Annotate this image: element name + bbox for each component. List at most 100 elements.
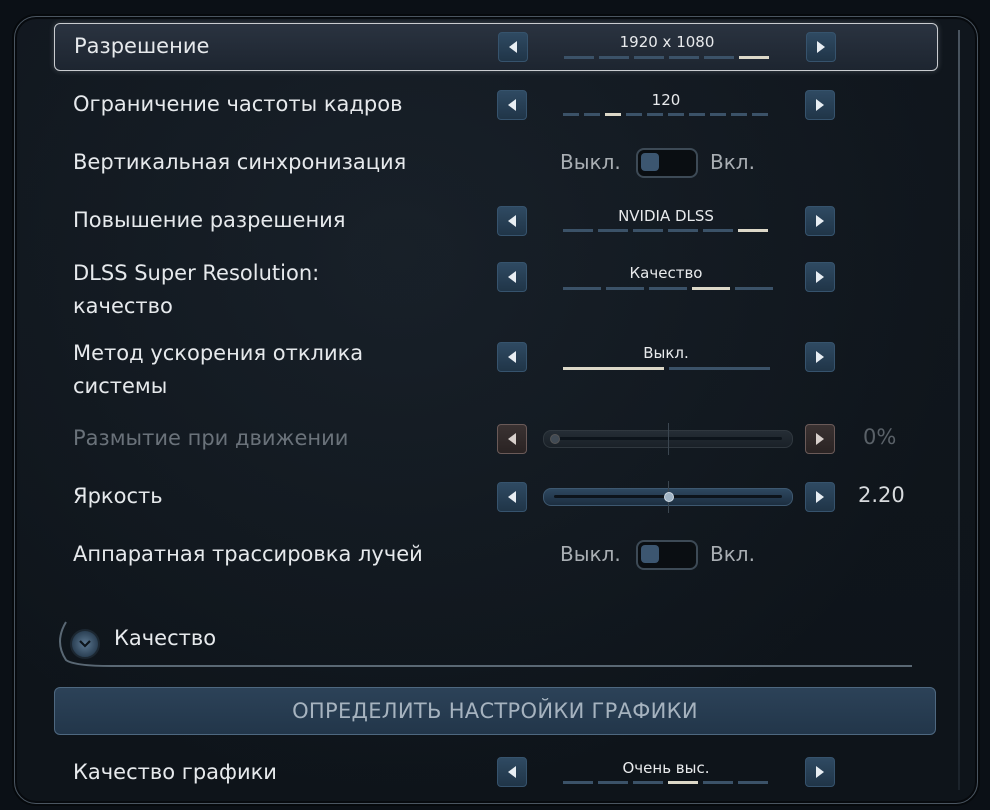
- slider-thumb[interactable]: [664, 492, 674, 502]
- selector-segment: [633, 781, 663, 784]
- chevron-right-icon: [816, 433, 824, 445]
- chevron-right-icon: [816, 215, 824, 227]
- scrollbar-track[interactable]: [958, 30, 960, 790]
- selector-segment: [710, 113, 726, 116]
- chevron-left-icon: [508, 351, 516, 363]
- resolution-segments: [564, 56, 769, 59]
- row-graphics-quality[interactable]: Качество графики Очень выс.: [54, 750, 936, 796]
- chevron-left-icon: [508, 271, 516, 283]
- selector-segment: [704, 56, 734, 59]
- brightness-next-button[interactable]: [805, 482, 835, 512]
- chevron-right-icon: [816, 351, 824, 363]
- fps-limit-segments: [563, 113, 768, 116]
- chevron-right-icon: [816, 766, 824, 778]
- graphics-quality-segments: [563, 781, 768, 784]
- chevron-left-icon: [508, 215, 516, 227]
- selector-segment: [598, 781, 628, 784]
- vsync-toggle[interactable]: [636, 148, 698, 178]
- motion-blur-value: 0%: [863, 425, 897, 449]
- row-fps-limit[interactable]: Ограничение частоты кадров 120: [54, 82, 936, 128]
- selector-segment: [584, 113, 600, 116]
- detect-settings-button[interactable]: ОПРЕДЕЛИТЬ НАСТРОЙКИ ГРАФИКИ: [54, 687, 936, 735]
- latency-next-button[interactable]: [805, 342, 835, 372]
- slider-thumb[interactable]: [550, 434, 560, 444]
- latency-value: Выкл.: [643, 344, 689, 362]
- dlss-quality-segments: [563, 287, 773, 290]
- graphics-quality-prev-button[interactable]: [497, 757, 527, 787]
- upscaling-label: Повышение разрешения: [73, 208, 346, 232]
- row-upscaling[interactable]: Повышение разрешения NVIDIA DLSS: [54, 198, 936, 244]
- row-ray-tracing[interactable]: Аппаратная трассировка лучей Выкл. Вкл.: [54, 532, 936, 578]
- row-motion-blur[interactable]: Размытие при движении 0%: [54, 416, 936, 462]
- chevron-left-icon: [508, 491, 516, 503]
- selector-segment: [731, 113, 747, 116]
- selector-segment: [649, 287, 687, 290]
- toggle-knob: [641, 153, 659, 171]
- fps-limit-next-button[interactable]: [805, 90, 835, 120]
- motion-blur-next-button[interactable]: [805, 424, 835, 454]
- row-dlss-quality[interactable]: DLSS Super Resolution: качество Качество: [54, 252, 936, 320]
- slider-center-tick: [668, 423, 669, 455]
- brightness-prev-button[interactable]: [497, 482, 527, 512]
- selector-segment: [738, 229, 768, 232]
- fps-limit-prev-button[interactable]: [497, 90, 527, 120]
- chevron-right-icon: [816, 99, 824, 111]
- resolution-label: Разрешение: [74, 34, 210, 58]
- vsync-off-label: Выкл.: [560, 150, 621, 174]
- latency-prev-button[interactable]: [497, 342, 527, 372]
- latency-label-line1: Метод ускорения отклика: [73, 341, 364, 365]
- chevron-left-icon: [508, 766, 516, 778]
- vsync-on-label: Вкл.: [710, 150, 755, 174]
- quality-section-title: Качество: [114, 626, 217, 650]
- selector-segment: [647, 113, 663, 116]
- selector-segment: [563, 367, 664, 370]
- graphics-quality-label: Качество графики: [73, 760, 277, 784]
- selector-segment: [564, 56, 594, 59]
- dlss-quality-next-button[interactable]: [805, 262, 835, 292]
- row-latency[interactable]: Метод ускорения отклика системы Выкл.: [54, 334, 936, 402]
- selector-segment: [606, 287, 644, 290]
- resolution-next-button[interactable]: [806, 32, 836, 62]
- selector-segment: [668, 113, 684, 116]
- selector-segment: [669, 367, 770, 370]
- selector-segment: [598, 229, 628, 232]
- graphics-quality-next-button[interactable]: [805, 757, 835, 787]
- chevron-left-icon: [508, 99, 516, 111]
- motion-blur-prev-button[interactable]: [497, 424, 527, 454]
- latency-segments: [563, 367, 770, 370]
- upscaling-next-button[interactable]: [805, 206, 835, 236]
- dlss-quality-value: Качество: [629, 264, 703, 282]
- graphics-quality-value: Очень выс.: [622, 759, 710, 777]
- upscaling-value: NVIDIA DLSS: [618, 207, 714, 225]
- selector-segment: [739, 56, 769, 59]
- chevron-left-icon: [509, 41, 517, 53]
- resolution-prev-button[interactable]: [498, 32, 528, 62]
- upscaling-segments: [563, 229, 768, 232]
- chevron-down-icon[interactable]: [70, 629, 100, 659]
- row-vsync[interactable]: Вертикальная синхронизация Выкл. Вкл.: [54, 140, 936, 186]
- brightness-value: 2.20: [858, 483, 905, 507]
- motion-blur-slider[interactable]: [543, 423, 793, 455]
- settings-panel: [14, 16, 978, 804]
- selector-segment: [689, 113, 705, 116]
- brightness-slider[interactable]: [543, 481, 793, 513]
- selector-segment: [605, 113, 621, 116]
- toggle-knob: [641, 545, 659, 563]
- selector-segment: [703, 781, 733, 784]
- dlss-quality-prev-button[interactable]: [497, 262, 527, 292]
- row-brightness[interactable]: Яркость 2.20: [54, 474, 936, 520]
- dlss-quality-label-line2: качество: [73, 294, 173, 318]
- quality-section-header[interactable]: Качество: [52, 616, 912, 668]
- row-resolution[interactable]: Разрешение 1920 x 1080: [54, 23, 938, 71]
- chevron-right-icon: [817, 41, 825, 53]
- motion-blur-label: Размытие при движении: [73, 426, 349, 450]
- selector-segment: [669, 56, 699, 59]
- chevron-left-icon: [508, 433, 516, 445]
- fps-limit-label: Ограничение частоты кадров: [73, 92, 403, 116]
- selector-segment: [668, 781, 698, 784]
- chevron-right-icon: [816, 491, 824, 503]
- upscaling-prev-button[interactable]: [497, 206, 527, 236]
- selector-segment: [738, 781, 768, 784]
- ray-tracing-toggle[interactable]: [636, 540, 698, 570]
- selector-segment: [563, 287, 601, 290]
